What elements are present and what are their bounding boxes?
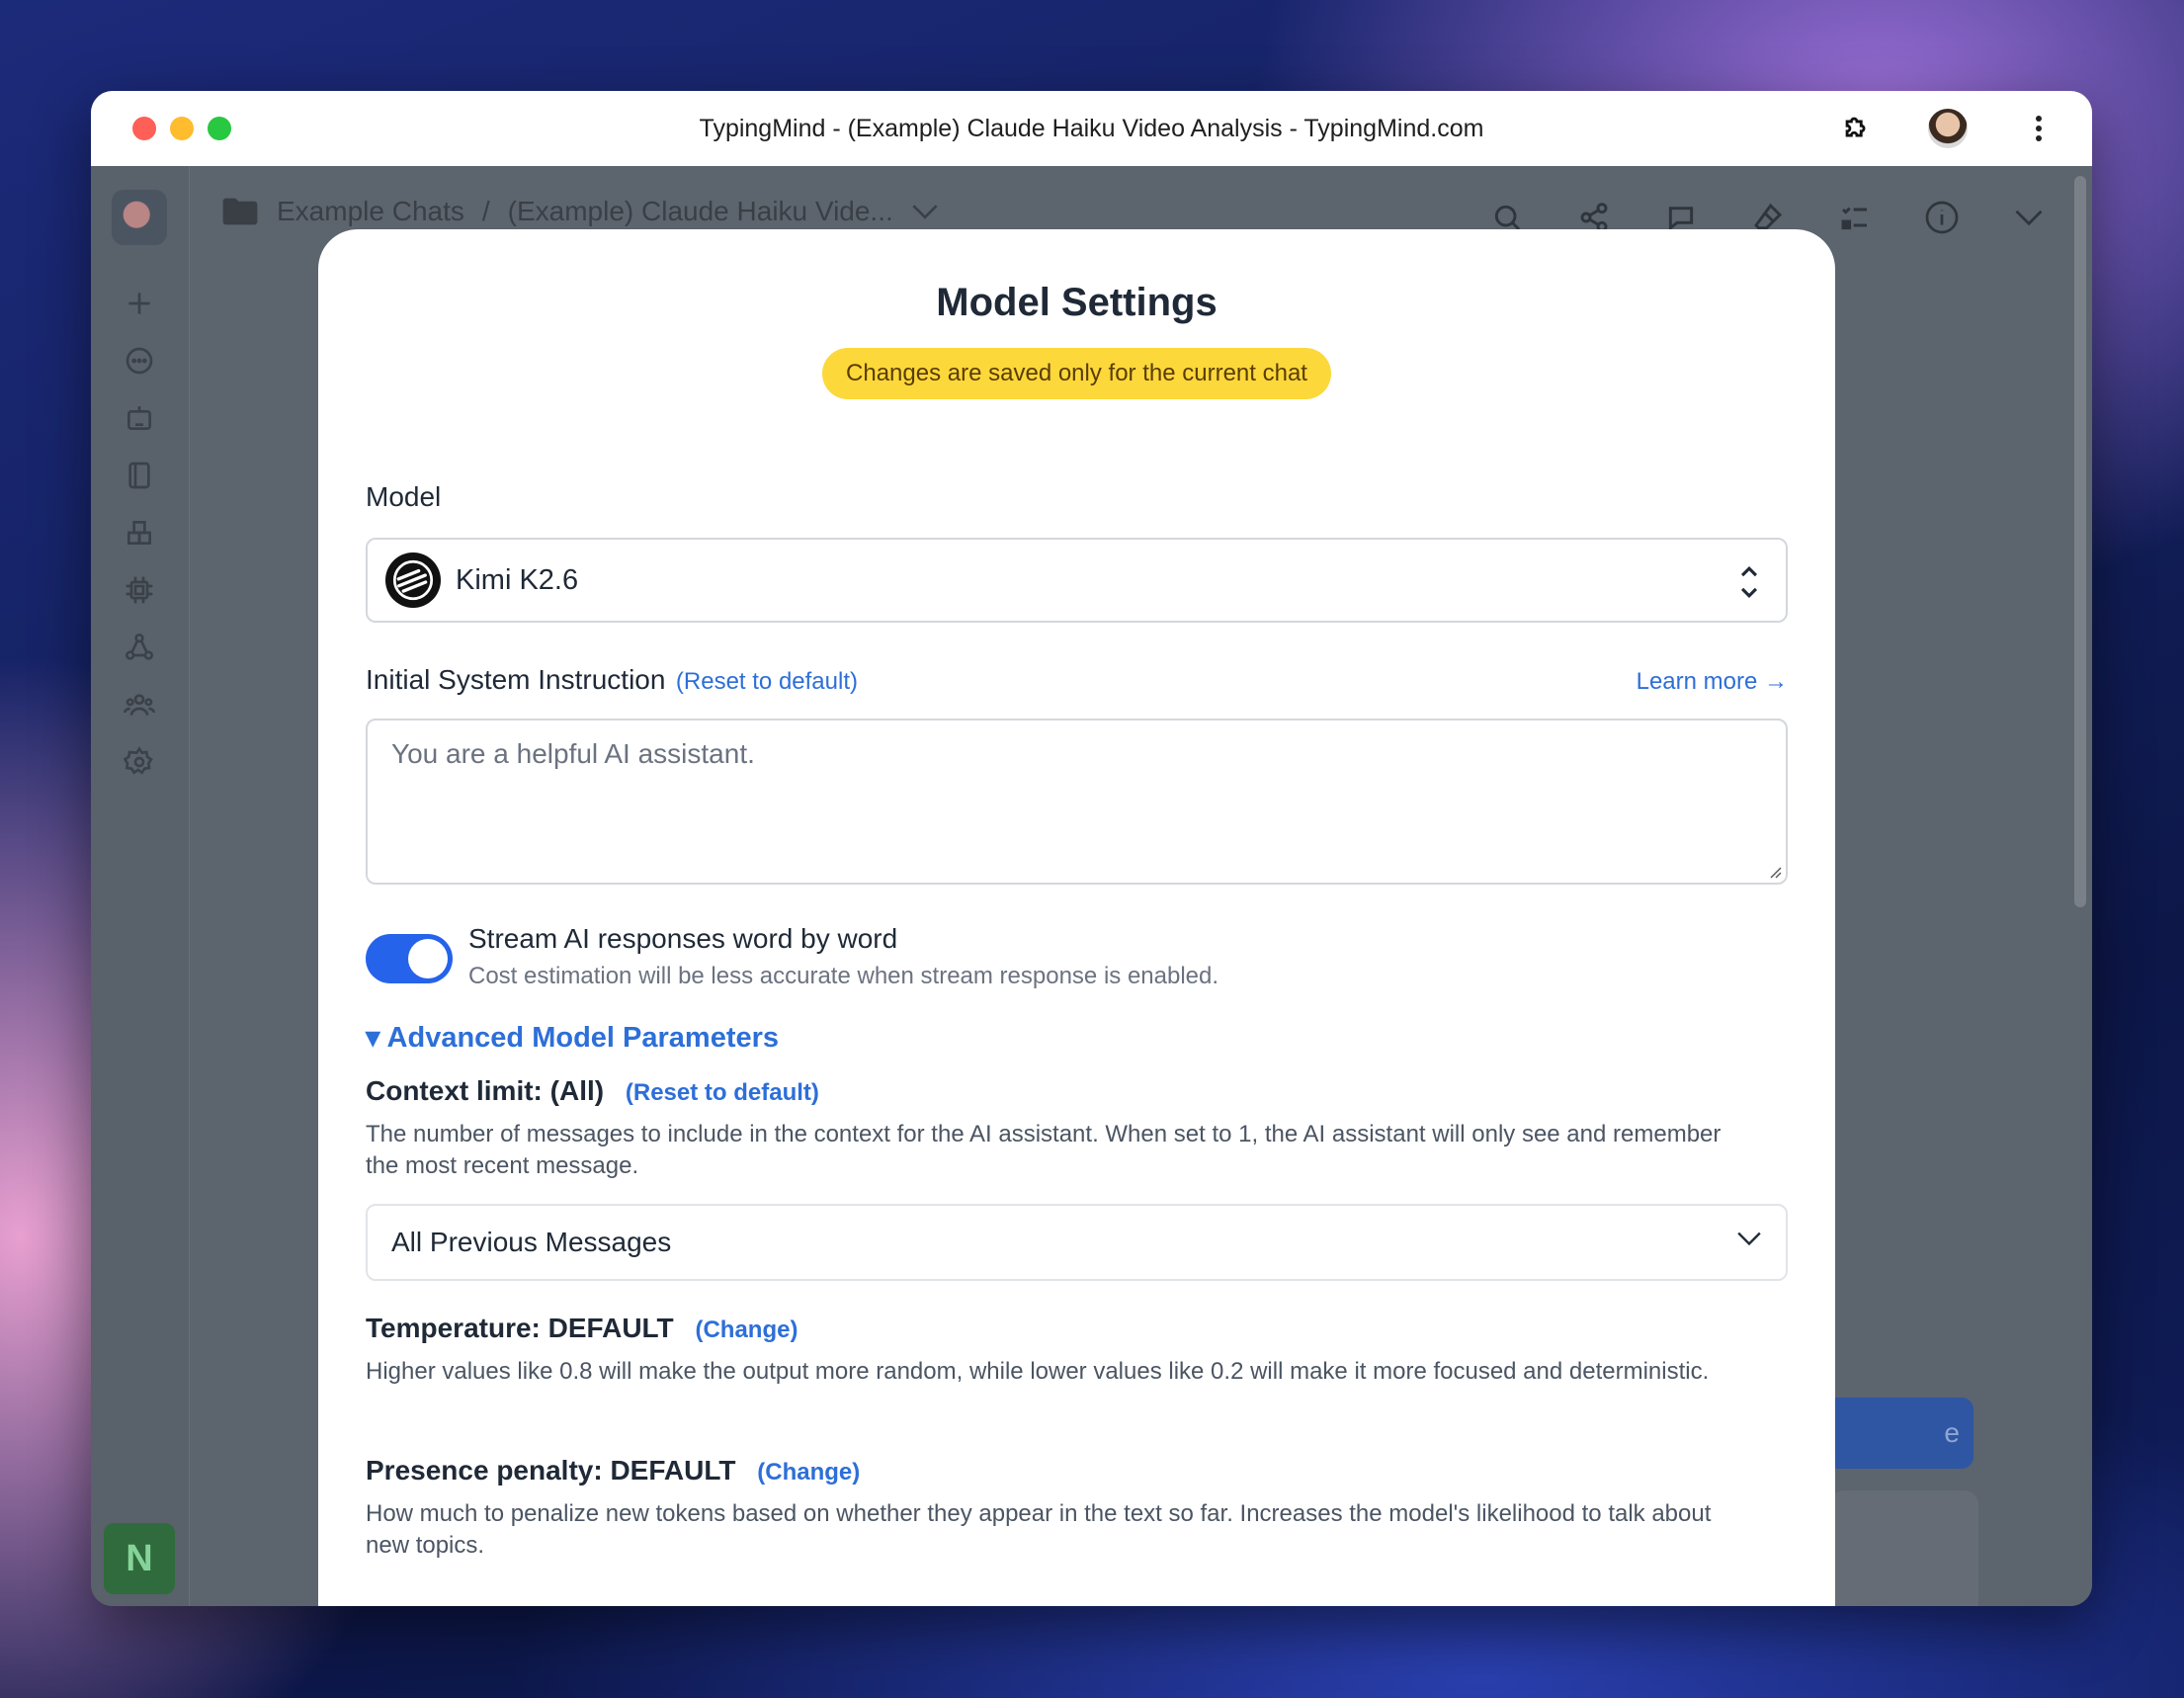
save-scope-notice: Changes are saved only for the current c…	[822, 348, 1331, 399]
reset-system-instruction-link[interactable]: (Reset to default)	[676, 668, 858, 695]
breadcrumb-chat[interactable]: (Example) Claude Haiku Vide...	[508, 196, 893, 227]
selected-model: Kimi K2.6	[456, 563, 579, 596]
title-bar: TypingMind - (Example) Claude Haiku Vide…	[91, 91, 2092, 166]
presence-penalty-description: How much to penalize new tokens based on…	[366, 1500, 1712, 1559]
context-limit-select[interactable]: All Previous Messages	[366, 1204, 1788, 1281]
system-instruction-label: Initial System Instruction	[366, 664, 666, 695]
modal-title: Model Settings	[936, 281, 1218, 324]
app-logo[interactable]	[112, 190, 167, 245]
browser-window: TypingMind - (Example) Claude Haiku Vide…	[91, 91, 2092, 1606]
context-limit-title: Context limit: (All) (Reset to default)	[366, 1075, 819, 1107]
system-instruction-header: Initial System Instruction (Reset to def…	[366, 664, 1788, 696]
model-select[interactable]: Kimi K2.6	[366, 538, 1788, 623]
temperature-description: Higher values like 0.8 will make the out…	[366, 1358, 1710, 1385]
chevron-down-icon	[1737, 1231, 1761, 1246]
folder-icon	[222, 198, 258, 225]
extensions-icon[interactable]	[1833, 105, 1881, 152]
breadcrumb: Example Chats / (Example) Claude Haiku V…	[221, 196, 939, 227]
toggle-knob	[408, 939, 448, 978]
resize-grip-icon[interactable]	[1766, 863, 1782, 879]
chevron-down-icon[interactable]	[911, 202, 939, 221]
context-limit-description: The number of messages to include in the…	[366, 1121, 1722, 1179]
models-chip-icon[interactable]	[121, 571, 158, 609]
updown-chevron-icon	[1740, 565, 1758, 599]
agents-robot-icon[interactable]	[121, 399, 158, 437]
stream-toggle[interactable]	[366, 934, 453, 983]
info-icon[interactable]	[1918, 194, 1966, 241]
breadcrumb-folder[interactable]: Example Chats	[277, 196, 464, 227]
chevron-down-icon[interactable]	[2005, 194, 2053, 241]
model-settings-modal: Model Settings Changes are saved only fo…	[318, 229, 1835, 1606]
stream-title: Stream AI responses word by word	[468, 923, 898, 954]
presence-penalty-label: Presence penalty: DEFAULT	[366, 1455, 736, 1486]
stream-subtitle: Cost estimation will be less accurate wh…	[468, 963, 1219, 989]
context-limit-label: Context limit: (All)	[366, 1075, 605, 1106]
user-avatar-badge[interactable]: N	[104, 1523, 175, 1594]
browser-toolbar	[1833, 105, 2062, 152]
model-label: Model	[366, 481, 442, 512]
sidebar: N	[91, 166, 190, 1606]
new-chat-plus-icon[interactable]	[121, 285, 158, 322]
notice-row: Changes are saved only for the current c…	[366, 348, 1788, 399]
chat-bubble-icon[interactable]	[121, 342, 158, 380]
settings-gear-icon[interactable]	[121, 743, 158, 781]
breadcrumb-separator: /	[481, 196, 490, 226]
plugins-blocks-icon[interactable]	[121, 514, 158, 552]
change-presence-link[interactable]: (Change)	[757, 1459, 860, 1486]
change-temperature-link[interactable]: (Change)	[695, 1316, 798, 1343]
scrollbar[interactable]	[2074, 176, 2086, 907]
temperature-label: Temperature: DEFAULT	[366, 1313, 674, 1343]
background-panel	[1830, 1490, 1978, 1606]
avatar	[1928, 109, 1968, 148]
profile-avatar[interactable]	[1924, 105, 1972, 152]
temperature-title: Temperature: DEFAULT (Change)	[366, 1313, 798, 1344]
more-vertical-icon[interactable]	[2015, 105, 2062, 152]
system-instruction-placeholder: You are a helpful AI assistant.	[391, 738, 755, 769]
prompt-library-icon[interactable]	[121, 457, 158, 494]
system-instruction-textarea[interactable]: You are a helpful AI assistant.	[366, 719, 1788, 885]
context-selected-value: All Previous Messages	[391, 1227, 672, 1257]
advanced-parameters-toggle[interactable]: ▾ Advanced Model Parameters	[366, 1020, 779, 1055]
window-title: TypingMind - (Example) Claude Haiku Vide…	[699, 115, 1484, 142]
reset-context-link[interactable]: (Reset to default)	[626, 1079, 819, 1106]
checklist-icon[interactable]	[1831, 194, 1879, 241]
presence-penalty-title: Presence penalty: DEFAULT (Change)	[366, 1455, 860, 1486]
learn-more-link[interactable]: Learn more →	[1637, 668, 1788, 696]
kimi-logo-icon	[385, 552, 441, 608]
team-users-icon[interactable]	[121, 686, 158, 723]
knowledge-graph-icon[interactable]	[121, 629, 158, 666]
